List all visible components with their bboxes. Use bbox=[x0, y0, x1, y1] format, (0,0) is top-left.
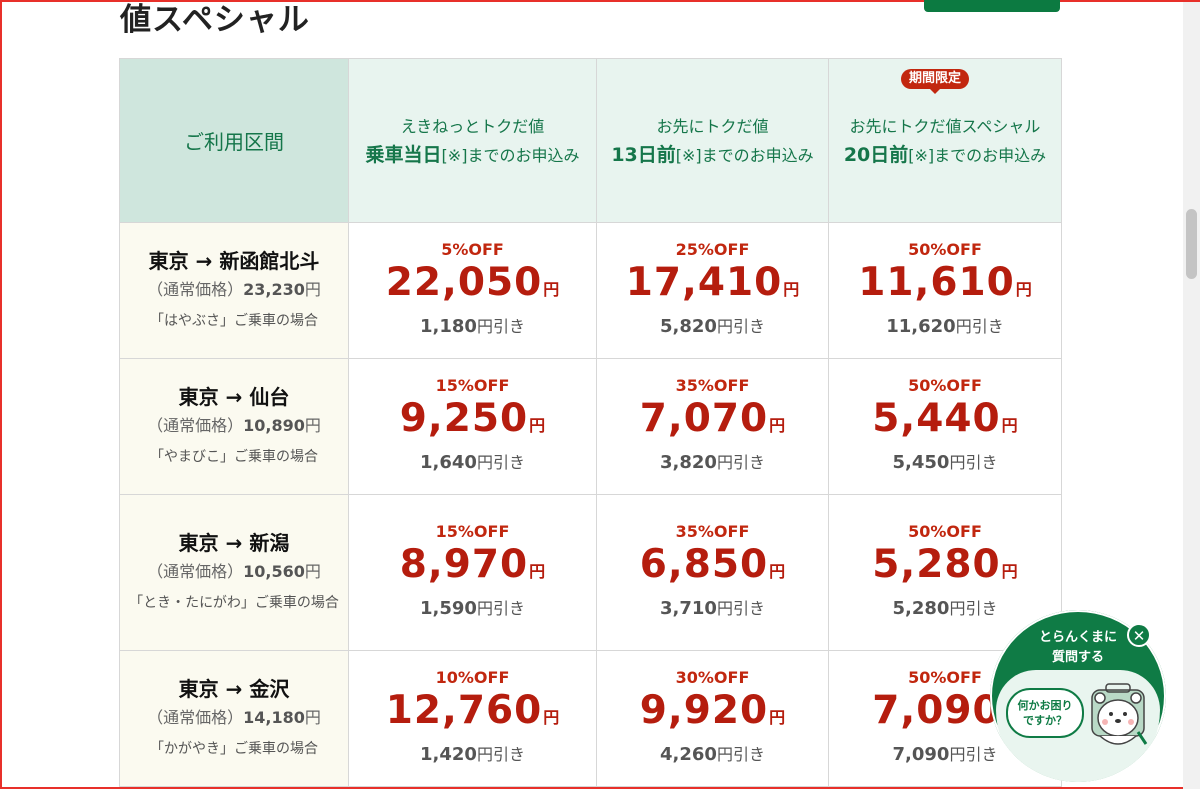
limited-time-badge: 期間限定 bbox=[901, 69, 970, 94]
sale-price: 8,970円 bbox=[399, 542, 546, 587]
plan-header-osaki-tokudane: お先にトクだ値 13日前[※]までのお申込み bbox=[596, 58, 829, 223]
plan-name: えきねっとトクだ値 bbox=[400, 116, 545, 136]
price-cell: 35%OFF 6,850円 3,710円引き bbox=[596, 494, 829, 651]
saving-amount: 3,820円引き bbox=[660, 452, 765, 473]
discount-percent: 15%OFF bbox=[435, 376, 510, 395]
discount-percent: 10%OFF bbox=[435, 668, 510, 687]
normal-price: （通常価格）10,560円 bbox=[147, 562, 321, 581]
price-cell: 15%OFF 9,250円 1,640円引き bbox=[348, 358, 597, 495]
route-cell: 東京 → 金沢 （通常価格）14,180円 「かがやき」ご乗車の場合 bbox=[119, 650, 349, 787]
plan-deadline: 13日前[※]までのお申込み bbox=[611, 143, 814, 166]
plan-name: お先にトクだ値 bbox=[656, 116, 769, 136]
plan-name: お先にトクだ値スペシャル bbox=[849, 116, 1041, 136]
saving-amount: 1,420円引き bbox=[420, 744, 525, 765]
plan-deadline: 20日前[※]までのお申込み bbox=[843, 143, 1047, 166]
price-cell: 50%OFF 11,610円 11,620円引き bbox=[828, 222, 1062, 359]
route-cell: 東京 → 新潟 （通常価格）10,560円 「とき・たにがわ」ご乗車の場合 bbox=[119, 494, 349, 651]
train-note: 「やまびこ」ご乗車の場合 bbox=[150, 449, 318, 465]
sale-price: 22,050円 bbox=[385, 260, 560, 305]
sale-price: 9,250円 bbox=[399, 396, 546, 441]
discount-percent: 50%OFF bbox=[908, 376, 982, 395]
table-row: 東京 → 新函館北斗 （通常価格）23,230円 「はやぶさ」ご乗車の場合 5%… bbox=[119, 222, 1062, 359]
sale-price: 5,280円 bbox=[872, 542, 1018, 587]
sale-price: 11,610円 bbox=[858, 260, 1032, 305]
chat-close-icon[interactable]: ✕ bbox=[1127, 623, 1151, 647]
saving-amount: 4,260円引き bbox=[660, 744, 765, 765]
scrollbar-thumb[interactable] bbox=[1186, 209, 1197, 279]
saving-amount: 1,640円引き bbox=[420, 452, 525, 473]
saving-amount: 1,180円引き bbox=[420, 316, 525, 337]
route-name: 東京 → 新函館北斗 bbox=[148, 249, 320, 273]
top-action-button[interactable] bbox=[924, 0, 1060, 12]
plan-deadline: 乗車当日[※]までのお申込み bbox=[365, 143, 580, 166]
price-cell: 50%OFF 5,440円 5,450円引き bbox=[828, 358, 1062, 495]
saving-amount: 5,450円引き bbox=[892, 452, 998, 473]
price-cell: 10%OFF 12,760円 1,420円引き bbox=[348, 650, 597, 787]
table-header-row: ご利用区間 えきねっとトクだ値 乗車当日[※]までのお申込み お先にトクだ値 1… bbox=[119, 58, 1062, 223]
mascot-bear-icon bbox=[1091, 683, 1148, 745]
sale-price: 9,920円 bbox=[639, 688, 786, 733]
discount-percent: 35%OFF bbox=[675, 522, 750, 541]
saving-amount: 1,590円引き bbox=[420, 598, 525, 619]
discount-percent: 25%OFF bbox=[675, 240, 750, 259]
sale-price: 17,410円 bbox=[625, 260, 800, 305]
scrollbar-track[interactable] bbox=[1183, 2, 1200, 789]
table-row: 東京 → 新潟 （通常価格）10,560円 「とき・たにがわ」ご乗車の場合 15… bbox=[119, 494, 1062, 651]
route-name: 東京 → 新潟 bbox=[178, 531, 290, 555]
discount-percent: 15%OFF bbox=[435, 522, 510, 541]
price-cell: 5%OFF 22,050円 1,180円引き bbox=[348, 222, 597, 359]
discount-percent: 5%OFF bbox=[441, 240, 504, 259]
saving-amount: 5,280円引き bbox=[892, 598, 998, 619]
discount-percent: 35%OFF bbox=[675, 376, 750, 395]
plan-header-osaki-tokudane-special: 期間限定 お先にトクだ値スペシャル 20日前[※]までのお申込み bbox=[828, 58, 1062, 223]
price-cell: 35%OFF 7,070円 3,820円引き bbox=[596, 358, 829, 495]
sale-price: 12,760円 bbox=[385, 688, 560, 733]
page-title: 値スペシャル bbox=[120, 2, 310, 38]
plan-header-ekinet-tokudane: えきねっとトクだ値 乗車当日[※]までのお申込み bbox=[348, 58, 597, 223]
normal-price: （通常価格）23,230円 bbox=[147, 280, 321, 299]
route-name: 東京 → 金沢 bbox=[178, 677, 290, 701]
table-row: 東京 → 金沢 （通常価格）14,180円 「かがやき」ご乗車の場合 10%OF… bbox=[119, 650, 1062, 787]
table-row: 東京 → 仙台 （通常価格）10,890円 「やまびこ」ご乗車の場合 15%OF… bbox=[119, 358, 1062, 495]
normal-price: （通常価格）10,890円 bbox=[147, 416, 321, 435]
sale-price: 6,850円 bbox=[639, 542, 786, 587]
saving-amount: 5,820円引き bbox=[660, 316, 765, 337]
train-note: 「かがやき」ご乗車の場合 bbox=[150, 741, 318, 757]
sale-price: 7,070円 bbox=[639, 396, 786, 441]
route-name: 東京 → 仙台 bbox=[178, 385, 290, 409]
discount-percent: 50%OFF bbox=[908, 522, 982, 541]
price-cell: 15%OFF 8,970円 1,590円引き bbox=[348, 494, 597, 651]
route-column-header: ご利用区間 bbox=[119, 58, 349, 223]
route-cell: 東京 → 仙台 （通常価格）10,890円 「やまびこ」ご乗車の場合 bbox=[119, 358, 349, 495]
train-note: 「とき・たにがわ」ご乗車の場合 bbox=[129, 595, 339, 611]
saving-amount: 3,710円引き bbox=[660, 598, 765, 619]
discount-percent: 50%OFF bbox=[908, 240, 982, 259]
chat-speech-bubble: 何かお困り ですか？ bbox=[1006, 688, 1084, 738]
sale-price: 5,440円 bbox=[872, 396, 1018, 441]
normal-price: （通常価格）14,180円 bbox=[147, 708, 321, 727]
train-note: 「はやぶさ」ご乗車の場合 bbox=[150, 313, 318, 329]
route-cell: 東京 → 新函館北斗 （通常価格）23,230円 「はやぶさ」ご乗車の場合 bbox=[119, 222, 349, 359]
price-cell: 25%OFF 17,410円 5,820円引き bbox=[596, 222, 829, 359]
price-comparison-table: ご利用区間 えきねっとトクだ値 乗車当日[※]までのお申込み お先にトクだ値 1… bbox=[119, 58, 1062, 787]
saving-amount: 11,620円引き bbox=[886, 316, 1004, 337]
discount-percent: 30%OFF bbox=[675, 668, 750, 687]
price-cell: 30%OFF 9,920円 4,260円引き bbox=[596, 650, 829, 787]
